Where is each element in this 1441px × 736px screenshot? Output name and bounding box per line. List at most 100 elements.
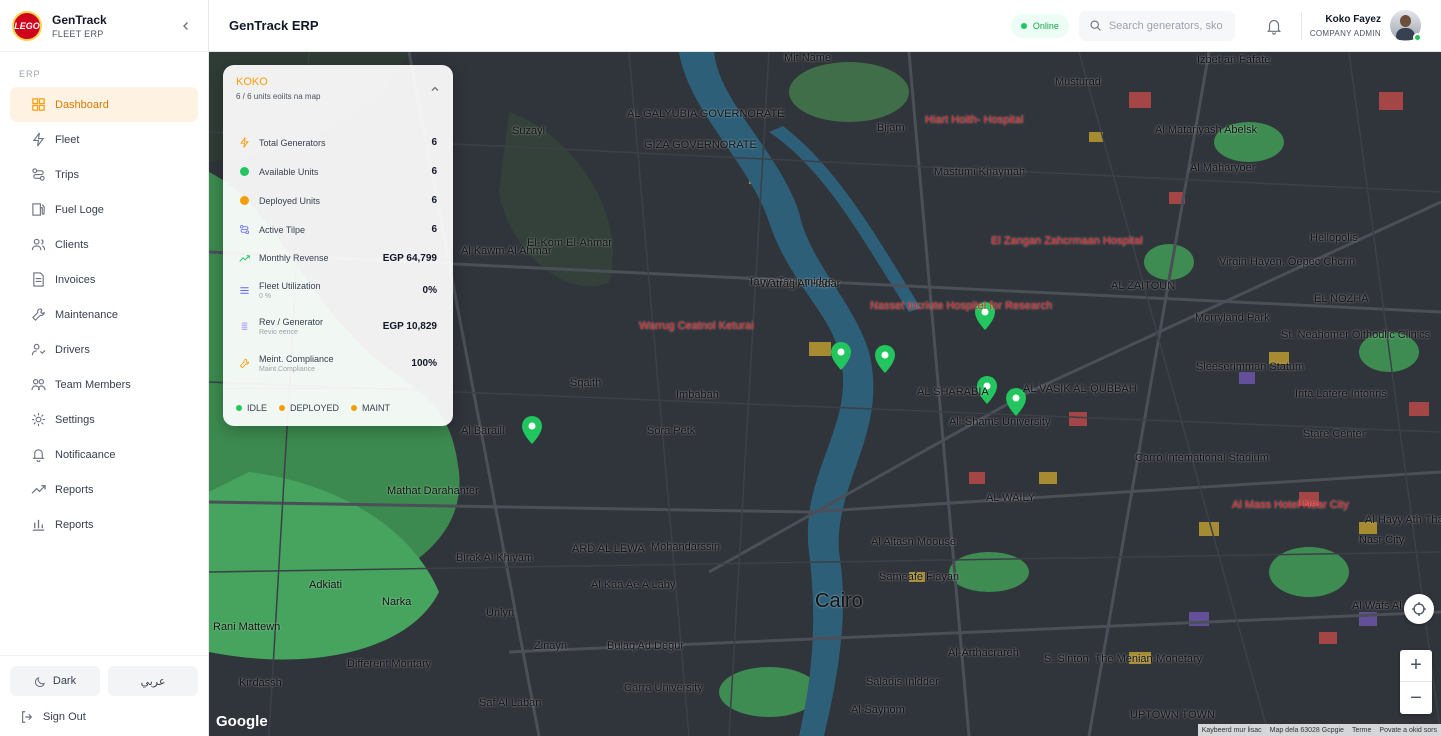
dark-mode-label: Dark	[52, 675, 77, 687]
panel-header: KOKO 6 / 6 units eoiits na map	[223, 65, 453, 115]
sidebar-item-label: Trips	[55, 168, 80, 181]
brand-subtitle: FLEET ERP	[52, 28, 104, 39]
status-dot	[1020, 22, 1027, 29]
sign-out-button[interactable]: Sign Out	[10, 696, 198, 724]
chevron-up-icon	[431, 86, 439, 91]
collapse-panel-button[interactable]	[430, 84, 440, 103]
search-box	[1078, 10, 1235, 41]
avatar[interactable]	[1390, 10, 1422, 42]
legend-label: DEPLOYED	[290, 402, 340, 413]
stat-label: Active Tilpe	[259, 224, 306, 235]
sidebar-item-team-members[interactable]: Team Members	[10, 367, 198, 402]
search-input[interactable]	[1108, 19, 1227, 32]
stat-value: EGP 64,799	[382, 252, 437, 264]
stat-value: 6	[431, 166, 437, 177]
stat-value: 6	[431, 195, 437, 206]
map-label: S. Slnton. The Menian-Monetary	[1044, 653, 1203, 665]
google-logo: Google	[216, 713, 268, 730]
invoice-icon	[30, 272, 46, 288]
wrench-icon	[239, 358, 250, 369]
stat-label: Monthly Revense	[259, 253, 329, 263]
sidebar-footer: Dark عربي Sign Out	[0, 655, 208, 736]
sidebar-item-maintenance[interactable]: Maintenance	[10, 297, 198, 332]
sidebar-item-drivers[interactable]: Drivers	[10, 332, 198, 367]
stat-rev-generator: Rev / Generator Revio eence EGP 10,829	[223, 308, 453, 345]
sidebar-item-label: Dashboard	[55, 98, 109, 111]
fleet-stats-panel: KOKO 6 / 6 units eoiits na map Total Gen…	[223, 65, 453, 426]
sidebar: LEGO GenTrack FLEET ERP ERP Dashboard Fle…	[0, 0, 209, 736]
map-label: Birak Al Khiyam	[456, 552, 534, 564]
nav-section-label: ERP	[19, 69, 41, 79]
stat-label: Total Generators	[259, 137, 326, 148]
zoom-in-button[interactable]: +	[1400, 650, 1432, 682]
wrench-icon	[30, 307, 46, 323]
sidebar-item-reports[interactable]: Reports	[10, 472, 198, 507]
sidebar-item-invoices[interactable]: Invoices	[10, 262, 198, 297]
locate-button[interactable]	[1404, 594, 1434, 624]
map-label: Sora Petk	[647, 425, 696, 437]
dark-mode-button[interactable]: Dark	[10, 666, 100, 696]
stat-monthly-revense: Monthly Revense EGP 64,799	[223, 244, 453, 272]
stat-label: Meint. Compliance	[259, 354, 334, 364]
trend-icon	[30, 482, 46, 498]
map-label: Saf Al Laban	[479, 697, 542, 709]
sidebar-item-label: Team Members	[55, 378, 131, 391]
map-label: AL WAILY	[986, 492, 1036, 504]
map-attribution: Kaybeerd mur lisac Map dela 63028 Gcpgie T…	[1197, 724, 1441, 736]
map-label: Warrug Ceatnol Keturai	[639, 320, 754, 332]
map-label: Sleeserimman Statum	[1196, 361, 1305, 373]
sidebar-item-fuel-loge[interactable]: Fuel Loge	[10, 192, 198, 227]
available-dot-icon	[239, 166, 250, 177]
sidebar-item-settings[interactable]: Settings	[10, 402, 198, 437]
sidebar-item-notificaance[interactable]: Notificaance	[10, 437, 198, 472]
deployed-dot-icon	[239, 195, 250, 206]
stat-fleet-utilization: Fleet Utilization 0 % 0%	[223, 272, 453, 308]
route-icon	[30, 167, 46, 183]
map-label: Al Mass Hotel Near City	[1232, 499, 1349, 511]
notifications-bell-icon[interactable]	[1265, 17, 1283, 35]
driver-icon	[30, 342, 46, 358]
collapse-sidebar-button[interactable]	[176, 16, 196, 36]
map-label: Nasset Incriute Hospitel for Research	[870, 300, 1053, 312]
sidebar-item-trips[interactable]: Trips	[10, 157, 198, 192]
stat-total-generators: Total Generators 6	[223, 128, 453, 157]
map-label: Bijam	[877, 122, 905, 134]
map-label: AL ZAITOUN	[1111, 280, 1176, 292]
sidebar-item-label: Settings	[55, 413, 95, 426]
map-label: El Zangan Zahcrmaan Hospital	[991, 235, 1143, 247]
sidebar-item-label: Fleet	[55, 133, 80, 146]
sidebar-item-dashboard[interactable]: Dashboard	[10, 87, 198, 122]
stat-deployed-units: Deployed Units 6	[223, 186, 453, 215]
sidebar-item-label: Clients	[55, 238, 89, 251]
brand-logo: LEGO	[12, 10, 42, 41]
sidebar-item-clients[interactable]: Clients	[10, 227, 198, 262]
sidebar-item-reports[interactable]: Reports	[10, 507, 198, 542]
sidebar-item-label: Notificaance	[55, 448, 116, 461]
moon-icon	[34, 676, 45, 687]
legend-label: MAINT	[362, 402, 391, 413]
map-label: All-Shams University	[949, 416, 1051, 428]
map-label: Bulaq Ad Degur	[607, 640, 685, 652]
map-label: Al Kaa Ae A Laby	[591, 579, 676, 591]
brand-header: LEGO GenTrack FLEET ERP	[0, 0, 208, 52]
dashboard-icon	[30, 97, 46, 113]
map-label: Al Maharyoer	[1190, 162, 1256, 174]
attribution-link[interactable]: Terme	[1352, 727, 1371, 734]
panel-title: KOKO	[236, 76, 268, 88]
sidebar-item-label: Drivers	[55, 343, 90, 356]
chevron-left-icon	[183, 21, 188, 30]
sidebar-nav: Dashboard Fleet Trips Fuel Loge Clients Invoi…	[0, 87, 208, 542]
language-button[interactable]: عربي	[108, 666, 198, 696]
route-icon	[239, 224, 250, 235]
map-label: Kirdassh	[239, 677, 282, 689]
stat-value: 6	[431, 137, 437, 148]
attribution-link[interactable]: Kaybeerd mur lisac	[1202, 727, 1262, 734]
sidebar-item-label: Fuel Loge	[55, 203, 104, 216]
user-info[interactable]: Koko Fayez COMPANY ADMIN	[1310, 14, 1381, 38]
sidebar-item-fleet[interactable]: Fleet	[10, 122, 198, 157]
attribution-link[interactable]: Map dela 63028 Gcpgie	[1270, 727, 1344, 734]
zoom-out-button[interactable]: −	[1400, 682, 1432, 714]
stat-sublabel: Revio eence	[259, 329, 298, 336]
attribution-link[interactable]: Povate a okid sors	[1379, 727, 1437, 734]
map-label: Mohandarssin	[651, 541, 721, 553]
